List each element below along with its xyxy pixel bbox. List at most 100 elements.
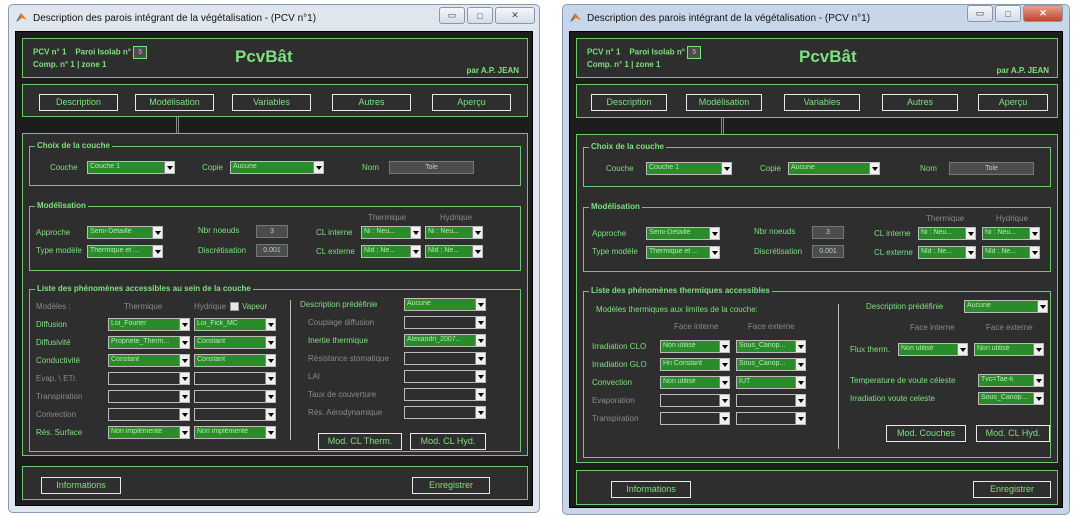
select-value: Constant bbox=[197, 338, 226, 345]
phenomene-thermique-select[interactable] bbox=[108, 408, 190, 421]
phenomene-hydrique-select[interactable]: Constant bbox=[194, 354, 276, 367]
mod-couches-button[interactable]: Mod. Couches bbox=[886, 425, 966, 442]
temperature-voute-select[interactable]: Tvc=Tae-k bbox=[978, 374, 1044, 387]
phenomene-hydrique-select[interactable] bbox=[194, 390, 276, 403]
tab-variables[interactable]: Variables bbox=[232, 94, 311, 111]
modelisation-group: Modélisation Approche Semi-Détaillé Type… bbox=[29, 201, 521, 271]
phenomene-thermique-select[interactable]: Non implémenté bbox=[108, 426, 190, 439]
description-predefinie-select[interactable]: Aucune bbox=[964, 300, 1048, 313]
informations-button[interactable]: Informations bbox=[611, 481, 691, 498]
face-interne-select[interactable] bbox=[660, 394, 730, 407]
tab-variables[interactable]: Variables bbox=[784, 94, 860, 111]
phenomene-thermique-select[interactable]: Loi_Fourier bbox=[108, 318, 190, 331]
chevron-down-icon bbox=[472, 227, 482, 238]
cl-externe-label: CL externe bbox=[316, 247, 355, 256]
chevron-down-icon bbox=[957, 344, 967, 355]
minimize-icon[interactable]: ▭ bbox=[439, 7, 465, 24]
maximize-icon[interactable]: □ bbox=[995, 5, 1021, 22]
informations-button[interactable]: Informations bbox=[41, 477, 121, 494]
approche-select[interactable]: Semi-Détaillé bbox=[646, 227, 720, 240]
cl-interne-thermique-select[interactable]: Ni : Neu... bbox=[918, 227, 976, 240]
face-interne-select[interactable]: Hri Constant bbox=[660, 358, 730, 371]
mod-cl-therm-button[interactable]: Mod. CL Therm. bbox=[318, 433, 402, 450]
title-bar[interactable]: Description des parois intégrant de la v… bbox=[9, 5, 539, 31]
chevron-down-icon bbox=[795, 341, 805, 352]
tab-autres[interactable]: Autres bbox=[332, 94, 411, 111]
nom-input[interactable]: Tole bbox=[949, 162, 1034, 175]
enregistrer-button[interactable]: Enregistrer bbox=[412, 477, 490, 494]
phenomene-thermique-select[interactable] bbox=[108, 390, 190, 403]
paroi-number[interactable]: 5 bbox=[133, 46, 148, 59]
cl-externe-hydrique-select[interactable]: Nld : Ne... bbox=[982, 246, 1040, 259]
phenomene-hydrique-select[interactable] bbox=[194, 408, 276, 421]
propriete-select[interactable] bbox=[404, 316, 486, 329]
face-externe-select[interactable]: Sous_Canop... bbox=[736, 358, 806, 371]
mod-cl-hyd-button[interactable]: Mod. CL Hyd. bbox=[410, 433, 486, 450]
tab-modelisation[interactable]: Modélisation bbox=[135, 94, 214, 111]
phenomene-hydrique-select[interactable]: Loi_Fick_MC bbox=[194, 318, 276, 331]
face-externe-select[interactable] bbox=[736, 412, 806, 425]
chevron-down-icon bbox=[164, 162, 174, 173]
type-modele-select[interactable]: Thermique et ... bbox=[646, 246, 720, 259]
phenomene-hydrique-select[interactable]: Non implémenté bbox=[194, 426, 276, 439]
propriete-select[interactable] bbox=[404, 370, 486, 383]
face-interne-select[interactable]: Non utilisé bbox=[660, 376, 730, 389]
tab-apercu[interactable]: Aperçu bbox=[432, 94, 511, 111]
cl-interne-thermique-select[interactable]: Ni : Neu... bbox=[361, 226, 421, 239]
propriete-select[interactable] bbox=[404, 352, 486, 365]
face-externe-select[interactable]: IUT bbox=[736, 376, 806, 389]
close-icon[interactable]: ✕ bbox=[1023, 5, 1063, 22]
app-title: PcvBât bbox=[235, 47, 293, 66]
phenomene-hydrique-select[interactable] bbox=[194, 372, 276, 385]
irradiation-voute-select[interactable]: Sous_Canop... bbox=[978, 392, 1044, 405]
maximize-icon[interactable]: □ bbox=[467, 7, 493, 24]
tab-autres[interactable]: Autres bbox=[882, 94, 958, 111]
propriete-select[interactable]: Alexandri_2007... bbox=[404, 334, 486, 347]
tab-description[interactable]: Description bbox=[591, 94, 667, 111]
chevron-down-icon bbox=[179, 319, 189, 330]
paroi-number[interactable]: 5 bbox=[687, 46, 702, 59]
couche-select[interactable]: Couche 1 bbox=[87, 161, 175, 174]
description-predefinie-select[interactable]: Aucune bbox=[404, 298, 486, 311]
nbr-noeuds-input[interactable]: 3 bbox=[812, 226, 844, 239]
nom-input[interactable]: Tole bbox=[389, 161, 474, 174]
flux-therm-interne-select[interactable]: Non utilisé bbox=[898, 343, 968, 356]
propriete-select[interactable] bbox=[404, 388, 486, 401]
phenomene-thermique-select[interactable] bbox=[108, 372, 190, 385]
discretisation-input[interactable]: 0.001 bbox=[256, 244, 288, 257]
chevron-down-icon bbox=[719, 359, 729, 370]
copie-select[interactable]: Aucune bbox=[788, 162, 880, 175]
flux-therm-externe-select[interactable]: Non utilisé bbox=[974, 343, 1044, 356]
couche-select[interactable]: Couche 1 bbox=[646, 162, 732, 175]
bottom-panel: Informations Enregistrer bbox=[576, 470, 1058, 505]
propriete-select[interactable] bbox=[404, 406, 486, 419]
tab-apercu[interactable]: Aperçu bbox=[978, 94, 1048, 111]
cl-interne-hydrique-select[interactable]: Ni : Neu... bbox=[425, 226, 483, 239]
phenomene-thermique-select[interactable]: Propriete_Therm... bbox=[108, 336, 190, 349]
mod-cl-hyd-button[interactable]: Mod. CL Hyd. bbox=[976, 425, 1050, 442]
face-interne-select[interactable] bbox=[660, 412, 730, 425]
phenomene-thermique-label: Irradiation GLO bbox=[592, 360, 647, 369]
minimize-icon[interactable]: ▭ bbox=[967, 5, 993, 22]
vapeur-checkbox[interactable] bbox=[230, 302, 239, 311]
face-externe-select[interactable]: Sous_Canop... bbox=[736, 340, 806, 353]
tab-modelisation[interactable]: Modélisation bbox=[686, 94, 762, 111]
select-value: Loi_Fick_MC bbox=[197, 320, 238, 327]
face-externe-select[interactable] bbox=[736, 394, 806, 407]
nbr-noeuds-input[interactable]: 3 bbox=[256, 225, 288, 238]
title-bar[interactable]: Description des parois intégrant de la v… bbox=[563, 5, 1069, 31]
copie-select[interactable]: Aucune bbox=[230, 161, 324, 174]
tab-description[interactable]: Description bbox=[39, 94, 118, 111]
phenomene-thermique-select[interactable]: Constant bbox=[108, 354, 190, 367]
type-modele-select[interactable]: Thermique et ... bbox=[87, 245, 163, 258]
cl-externe-thermique-select[interactable]: Nld : Ne... bbox=[361, 245, 421, 258]
discretisation-input[interactable]: 0.001 bbox=[812, 245, 844, 258]
cl-externe-thermique-select[interactable]: Nld : Ne... bbox=[918, 246, 976, 259]
close-icon[interactable]: ✕ bbox=[495, 7, 535, 24]
phenomene-hydrique-select[interactable]: Constant bbox=[194, 336, 276, 349]
enregistrer-button[interactable]: Enregistrer bbox=[973, 481, 1051, 498]
approche-select[interactable]: Semi-Détaillé bbox=[87, 226, 163, 239]
face-interne-select[interactable]: Non utilisé bbox=[660, 340, 730, 353]
cl-interne-hydrique-select[interactable]: Ni : Neu... bbox=[982, 227, 1040, 240]
cl-externe-hydrique-select[interactable]: Nld : Ne... bbox=[425, 245, 483, 258]
